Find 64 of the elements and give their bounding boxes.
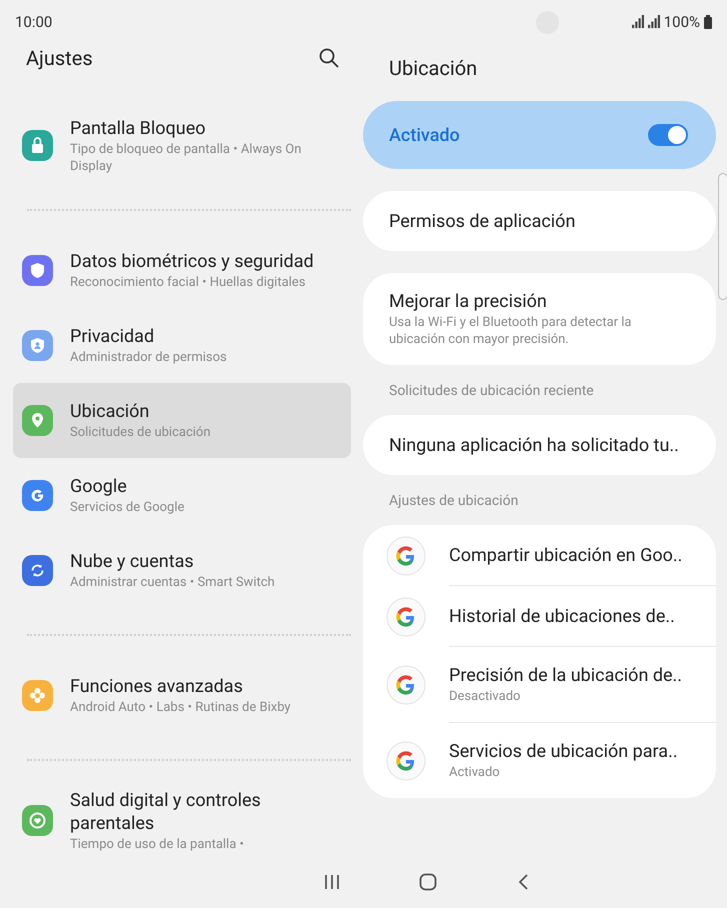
item-title: Salud digital y controles parentales xyxy=(70,788,262,834)
item-subtitle: Tipo de bloqueo de pantalla • Always On Display xyxy=(70,140,302,174)
letter-g-icon xyxy=(22,480,53,511)
letter-g-icon xyxy=(385,664,427,706)
row-subtitle: Usa la Wi-Fi y el Bluetooth para detectar la ubicación con mayor precisión. xyxy=(389,314,632,348)
page-title: Ubicación xyxy=(389,56,478,80)
item-title: Datos biométricos y seguridad xyxy=(70,250,314,273)
section-header: Solicitudes de ubicación reciente xyxy=(389,383,595,399)
sync-arrows-icon xyxy=(22,555,53,586)
settings-item[interactable]: Salud digital y controles parentales Tiempo de uso de la pantalla • xyxy=(13,783,351,858)
letter-g-icon xyxy=(385,596,427,638)
lock-icon xyxy=(22,130,53,161)
signal-icon xyxy=(648,15,660,29)
battery-level: 100% xyxy=(664,13,700,31)
shield-icon xyxy=(22,255,53,286)
settings-row[interactable]: Mejorar la precisión Usa la Wi-Fi y el Bluetooth para detectar la ubicación con mayor precisión. xyxy=(363,273,716,365)
row-title: Precisión de la ubicación de.. xyxy=(449,664,682,687)
item-title: Privacidad xyxy=(70,325,156,348)
section-header: Ajustes de ubicación xyxy=(389,493,520,509)
row-title: Servicios de ubicación para.. xyxy=(449,740,678,763)
settings-item[interactable]: Funciones avanzadas Android Auto • Labs • Rutinas de Bixby xyxy=(13,658,351,733)
battery-icon xyxy=(704,15,712,29)
item-title: Nube y cuentas xyxy=(70,550,195,573)
settings-row[interactable]: Compartir ubicación en Goo.. xyxy=(363,525,716,586)
letter-g-icon xyxy=(385,534,427,576)
home-icon[interactable] xyxy=(418,872,438,892)
settings-row[interactable]: Precisión de la ubicación de.. Desactivado xyxy=(363,647,716,723)
settings-item[interactable]: Pantalla Bloqueo Tipo de bloqueo de pantalla • Always On Display xyxy=(13,108,351,183)
settings-row[interactable]: Historial de ubicaciones de.. xyxy=(363,586,716,647)
clock: 10:00 xyxy=(15,13,52,31)
settings-row[interactable]: Servicios de ubicación para.. Activado xyxy=(363,723,716,798)
settings-item[interactable]: Ubicación Solicitudes de ubicación xyxy=(13,383,351,458)
page-title: Ajustes xyxy=(26,46,93,70)
item-title: Ubicación xyxy=(70,400,150,423)
item-subtitle: Solicitudes de ubicación xyxy=(70,424,211,441)
row-title: Compartir ubicación en Goo.. xyxy=(449,544,682,566)
row-subtitle: Desactivado xyxy=(449,688,522,705)
item-subtitle: Administrar cuentas • Smart Switch xyxy=(70,574,275,591)
settings-row[interactable]: Permisos de aplicación xyxy=(363,191,716,251)
row-title: Historial de ubicaciones de.. xyxy=(449,604,675,628)
settings-item[interactable]: Google Servicios de Google xyxy=(13,458,351,533)
settings-row[interactable]: Ninguna aplicación ha solicitado tu.. xyxy=(363,415,716,475)
row-title: Permisos de aplicación xyxy=(389,210,576,232)
settings-item[interactable]: Datos biométricos y seguridad Reconocimiento facial • Huellas digitales xyxy=(13,233,351,308)
row-title: Mejorar la precisión xyxy=(389,290,548,313)
settings-item[interactable]: Privacidad Administrador de permisos xyxy=(13,308,351,383)
signal-icon xyxy=(632,15,644,29)
item-subtitle: Servicios de Google xyxy=(70,499,184,516)
row-subtitle: Activado xyxy=(449,764,501,781)
item-title: Pantalla Bloqueo xyxy=(70,116,207,140)
item-subtitle: Reconocimiento facial • Huellas digitales xyxy=(70,274,306,291)
letter-g-icon xyxy=(385,740,427,782)
shield-person-icon xyxy=(22,330,53,361)
item-subtitle: Tiempo de uso de la pantalla • xyxy=(70,836,245,852)
location-pin-icon xyxy=(22,405,53,436)
item-subtitle: Android Auto • Labs • Rutinas de Bixby xyxy=(70,699,291,716)
item-subtitle: Administrador de permisos xyxy=(70,349,227,366)
toggle-switch[interactable] xyxy=(648,124,688,146)
settings-item[interactable]: Nube y cuentas Administrar cuentas • Smart Switch xyxy=(13,533,351,608)
switch-label: Activado xyxy=(389,124,460,146)
item-title: Google xyxy=(70,475,128,498)
row-title: Ninguna aplicación ha solicitado tu.. xyxy=(389,434,679,456)
search-icon[interactable] xyxy=(319,48,339,68)
item-title: Funciones avanzadas xyxy=(70,675,244,698)
